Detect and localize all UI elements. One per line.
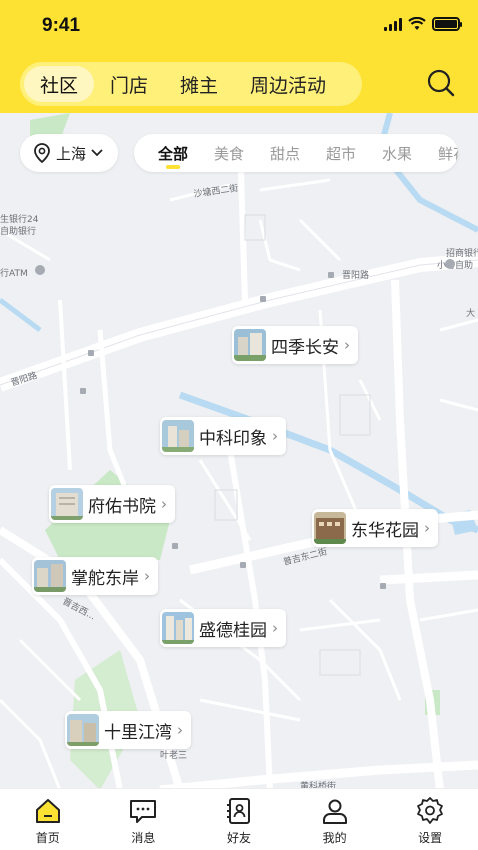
- category-food[interactable]: 美食: [214, 143, 270, 164]
- nav-home[interactable]: 首页: [0, 789, 96, 850]
- chevron-right-icon: ›: [144, 567, 150, 585]
- building-thumbnail: [162, 420, 194, 452]
- search-icon[interactable]: [426, 68, 456, 98]
- building-thumbnail: [162, 612, 194, 644]
- community-marker[interactable]: 东华花园 ›: [312, 509, 438, 547]
- chevron-right-icon: ›: [424, 519, 430, 537]
- contacts-icon: [226, 798, 250, 824]
- top-tabs: 社区 门店 摊主 周边活动: [20, 62, 362, 106]
- nav-friends[interactable]: 好友: [191, 789, 287, 850]
- wifi-icon: [408, 17, 426, 30]
- community-name: 掌舵东岸: [71, 568, 139, 589]
- chevron-right-icon: ›: [272, 427, 278, 445]
- community-marker[interactable]: 掌舵东岸 ›: [32, 557, 158, 595]
- message-icon: [130, 800, 157, 823]
- building-thumbnail: [51, 488, 83, 520]
- category-all[interactable]: 全部: [158, 143, 214, 169]
- chevron-right-icon: ›: [344, 336, 350, 354]
- signal-icon: [384, 17, 402, 31]
- map-label-bank1b: 自助银行: [0, 225, 36, 237]
- nav-me[interactable]: 我的: [287, 789, 383, 850]
- building-thumbnail: [67, 714, 99, 746]
- chevron-down-icon: [91, 149, 103, 157]
- tab-nearby-events[interactable]: 周边活动: [234, 66, 342, 102]
- nav-settings-label: 设置: [418, 831, 443, 845]
- tab-community[interactable]: 社区: [24, 66, 95, 102]
- category-supermarket[interactable]: 超市: [326, 143, 382, 164]
- category-flowers[interactable]: 鲜花: [438, 143, 458, 164]
- nav-messages-label: 消息: [131, 831, 156, 845]
- community-name: 十里江湾: [104, 722, 172, 743]
- community-name: 盛德桂园: [199, 620, 267, 641]
- map-label-road-yebai: 叶老三: [160, 749, 187, 761]
- map-label-bank2: 招商银行: [446, 247, 478, 259]
- community-marker[interactable]: 十里江湾 ›: [65, 711, 191, 749]
- building-thumbnail: [34, 560, 66, 592]
- settings-icon: [417, 797, 444, 824]
- map-label-bank1: 生银行24: [0, 213, 39, 225]
- home-icon: [35, 799, 60, 823]
- location-pin-icon: [34, 143, 50, 164]
- community-marker[interactable]: 四季长安 ›: [232, 326, 358, 364]
- community-name: 府佑书院: [88, 496, 156, 517]
- building-thumbnail: [314, 512, 346, 544]
- category-fruit[interactable]: 水果: [382, 143, 438, 164]
- map-label-road-bottom: 黄科桥街: [300, 780, 336, 788]
- category-bar: 全部 美食 甜点 超市 水果 鲜花: [134, 134, 458, 172]
- app-header: 9:41 社区 门店 摊主 周边活动: [0, 0, 478, 113]
- city-label: 上海: [56, 144, 87, 163]
- map-label-atm: 行ATM: [0, 267, 28, 279]
- category-dessert[interactable]: 甜点: [270, 143, 326, 164]
- community-marker[interactable]: 中科印象 ›: [160, 417, 286, 455]
- tab-vendors[interactable]: 摊主: [164, 66, 234, 102]
- map-label-road-jinyang: 晋阳路: [342, 269, 369, 281]
- community-marker[interactable]: 盛德桂园 ›: [160, 609, 286, 647]
- tab-stores[interactable]: 门店: [94, 66, 164, 102]
- community-name: 四季长安: [271, 337, 339, 358]
- community-marker[interactable]: 府佑书院 ›: [49, 485, 175, 523]
- nav-messages[interactable]: 消息: [96, 789, 192, 850]
- bottom-nav: 首页 消息 好友 我的 设置: [0, 788, 478, 850]
- status-time: 9:41: [42, 15, 81, 36]
- map-label-da: 大: [466, 307, 475, 319]
- nav-friends-label: 好友: [226, 831, 251, 845]
- nav-home-label: 首页: [35, 831, 60, 845]
- city-selector[interactable]: 上海: [20, 134, 118, 172]
- nav-settings[interactable]: 设置: [382, 789, 478, 850]
- community-name: 东华花园: [351, 520, 419, 541]
- battery-icon: [432, 17, 462, 31]
- status-icons: [384, 17, 462, 31]
- nav-me-label: 我的: [322, 831, 347, 845]
- map-label-bank2b: 小时自助: [437, 259, 473, 271]
- community-name: 中科印象: [199, 428, 267, 449]
- chevron-right-icon: ›: [161, 495, 167, 513]
- chevron-right-icon: ›: [272, 619, 278, 637]
- user-icon: [322, 799, 347, 824]
- building-thumbnail: [234, 329, 266, 361]
- chevron-right-icon: ›: [177, 721, 183, 739]
